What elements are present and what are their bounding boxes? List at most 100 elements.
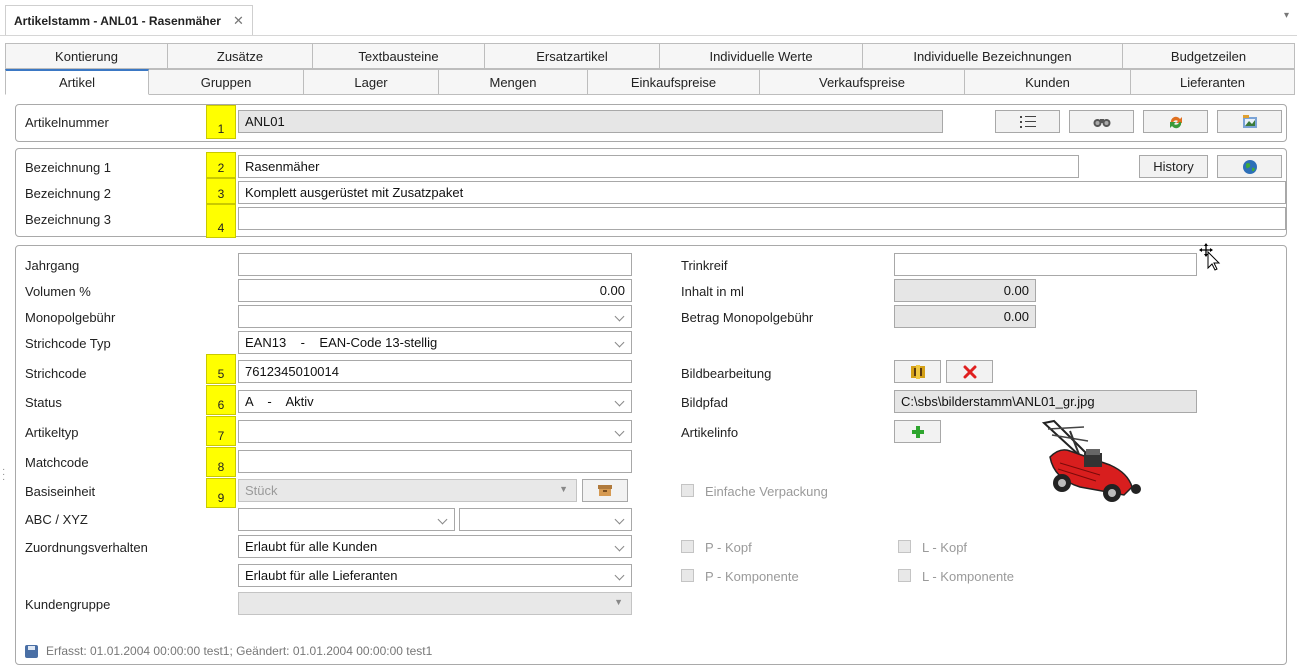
zuordnung-lieferanten-select[interactable]: Erlaubt für alle Lieferanten [238, 564, 632, 587]
close-icon[interactable]: ✕ [233, 13, 244, 29]
betrag-monopol-input[interactable]: 0.00 [894, 305, 1036, 328]
tab-lieferanten[interactable]: Lieferanten [1131, 69, 1295, 95]
l-komponente-label: L - Komponente [922, 569, 1015, 584]
move-cursor-icon [1199, 243, 1221, 271]
monopolgebuehr-label: Monopolgebühr [25, 310, 116, 325]
field-order-badge: 8 [206, 447, 236, 477]
tab-verkaufspreise[interactable]: Verkaufspreise [760, 69, 965, 95]
field-order-badge: 1 [206, 105, 236, 139]
tab-einkaufspreise[interactable]: Einkaufspreise [588, 69, 760, 95]
inhalt-input[interactable]: 0.00 [894, 279, 1036, 302]
translate-button[interactable] [1217, 155, 1282, 178]
tab-row-2: Artikel Gruppen Lager Mengen Einkaufspre… [5, 69, 1295, 95]
designation-2-input[interactable]: Komplett ausgerüstet mit Zusatzpaket [238, 181, 1286, 204]
field-order-badge: 3 [206, 178, 236, 204]
monopolgebuehr-select[interactable] [238, 305, 632, 328]
list-button[interactable] [995, 110, 1060, 133]
volumen-label: Volumen % [25, 284, 91, 299]
delete-image-button[interactable] [946, 360, 993, 383]
plus-icon [911, 425, 924, 438]
betrag-monopol-label: Betrag Monopolgebühr [681, 310, 814, 325]
designation-1-label: Bezeichnung 1 [25, 160, 112, 175]
list-icon [1019, 115, 1036, 128]
strichcode-typ-label: Strichcode Typ [25, 336, 111, 351]
box-icon [598, 485, 612, 496]
chevron-down-icon[interactable]: ▾ [1284, 10, 1289, 21]
refresh-icon [1169, 116, 1182, 128]
tab-artikel[interactable]: Artikel [5, 69, 149, 95]
tab-kunden[interactable]: Kunden [965, 69, 1131, 95]
tab-zusaetze[interactable]: Zusätze [168, 43, 313, 69]
artikelinfo-label: Artikelinfo [681, 425, 739, 440]
image-folder-icon [1242, 114, 1257, 128]
refresh-button[interactable] [1143, 110, 1208, 133]
document-tab-title: Artikelstamm - ANL01 - Rasenmäher [14, 13, 221, 28]
tab-ersatzartikel[interactable]: Ersatzartikel [485, 43, 660, 69]
tab-individuelle-bezeichnungen[interactable]: Individuelle Bezeichnungen [863, 43, 1123, 69]
lawn-mower-image [1041, 419, 1141, 502]
trinkreif-label: Trinkreif [681, 258, 728, 273]
zuordnung-label: Zuordnungsverhalten [25, 540, 148, 555]
inhalt-label: Inhalt in ml [681, 284, 744, 299]
designation-2-label: Bezeichnung 2 [25, 186, 112, 201]
delete-icon [963, 365, 976, 378]
tab-individuelle-werte[interactable]: Individuelle Werte [660, 43, 863, 69]
designation-1-input[interactable]: Rasenmäher [238, 155, 1079, 178]
document-tab[interactable]: Artikelstamm - ANL01 - Rasenmäher ✕ [5, 5, 253, 35]
status-label: Status [25, 395, 62, 410]
unit-box-button[interactable] [582, 479, 628, 502]
p-komponente-checkbox[interactable] [681, 569, 694, 582]
volumen-input[interactable]: 0.00 [238, 279, 632, 302]
binoculars-icon [1093, 118, 1110, 127]
bildpfad-input[interactable]: C:\sbs\bilderstamm\ANL01_gr.jpg [894, 390, 1197, 413]
tab-mengen[interactable]: Mengen [439, 69, 588, 95]
designation-3-label: Bezeichnung 3 [25, 212, 112, 227]
article-number-input[interactable]: ANL01 [238, 110, 943, 133]
article-number-label: Artikelnummer [25, 115, 109, 130]
kundengruppe-select[interactable] [238, 592, 632, 615]
tab-gruppen[interactable]: Gruppen [149, 69, 304, 95]
field-order-badge: 5 [206, 354, 236, 384]
xyz-select[interactable] [459, 508, 632, 531]
abc-xyz-label: ABC / XYZ [25, 512, 88, 527]
kundengruppe-label: Kundengruppe [25, 597, 111, 612]
field-order-badge: 9 [206, 478, 236, 508]
p-kopf-checkbox[interactable] [681, 540, 694, 553]
field-order-badge: 4 [206, 204, 236, 238]
tab-lager[interactable]: Lager [304, 69, 439, 95]
basiseinheit-label: Basiseinheit [25, 484, 96, 499]
p-kopf-label: P - Kopf [705, 540, 752, 555]
globe-icon [1242, 159, 1257, 174]
history-button[interactable]: History [1139, 155, 1208, 178]
tab-kontierung[interactable]: Kontierung [5, 43, 168, 69]
save-icon [25, 644, 38, 658]
field-order-badge: 2 [206, 152, 236, 178]
matchcode-input[interactable] [238, 450, 632, 473]
status-select[interactable]: A - Aktiv [238, 390, 632, 413]
tab-row-1: Kontierung Zusätze Textbausteine Ersatza… [5, 43, 1295, 69]
tab-budgetzeilen[interactable]: Budgetzeilen [1123, 43, 1295, 69]
strichcode-input[interactable]: 7612345010014 [238, 360, 632, 383]
image-folder-button[interactable] [1217, 110, 1282, 133]
artikeltyp-select[interactable] [238, 420, 632, 443]
strichcode-typ-select[interactable]: EAN13 - EAN-Code 13-stellig [238, 331, 632, 354]
einfache-verpackung-checkbox[interactable] [681, 484, 694, 497]
jahrgang-input[interactable] [238, 253, 632, 276]
einfache-verpackung-label: Einfache Verpackung [705, 484, 828, 499]
zuordnung-kunden-select[interactable]: Erlaubt für alle Kunden [238, 535, 632, 558]
edit-image-button[interactable] [894, 360, 941, 383]
l-komponente-checkbox[interactable] [898, 569, 911, 582]
matchcode-label: Matchcode [25, 455, 89, 470]
audit-text: Erfasst: 01.01.2004 00:00:00 test1; Geän… [46, 644, 433, 658]
basiseinheit-select[interactable]: Stück [238, 479, 577, 502]
add-info-button[interactable] [894, 420, 941, 443]
trinkreif-input[interactable] [894, 253, 1197, 276]
resize-grip-icon[interactable]: · · · [2, 465, 5, 485]
abc-select[interactable] [238, 508, 455, 531]
bildpfad-label: Bildpfad [681, 395, 728, 410]
artikeltyp-label: Artikeltyp [25, 425, 79, 440]
l-kopf-checkbox[interactable] [898, 540, 911, 553]
search-button[interactable] [1069, 110, 1134, 133]
designation-3-input[interactable] [238, 207, 1286, 230]
tab-textbausteine[interactable]: Textbausteine [313, 43, 485, 69]
